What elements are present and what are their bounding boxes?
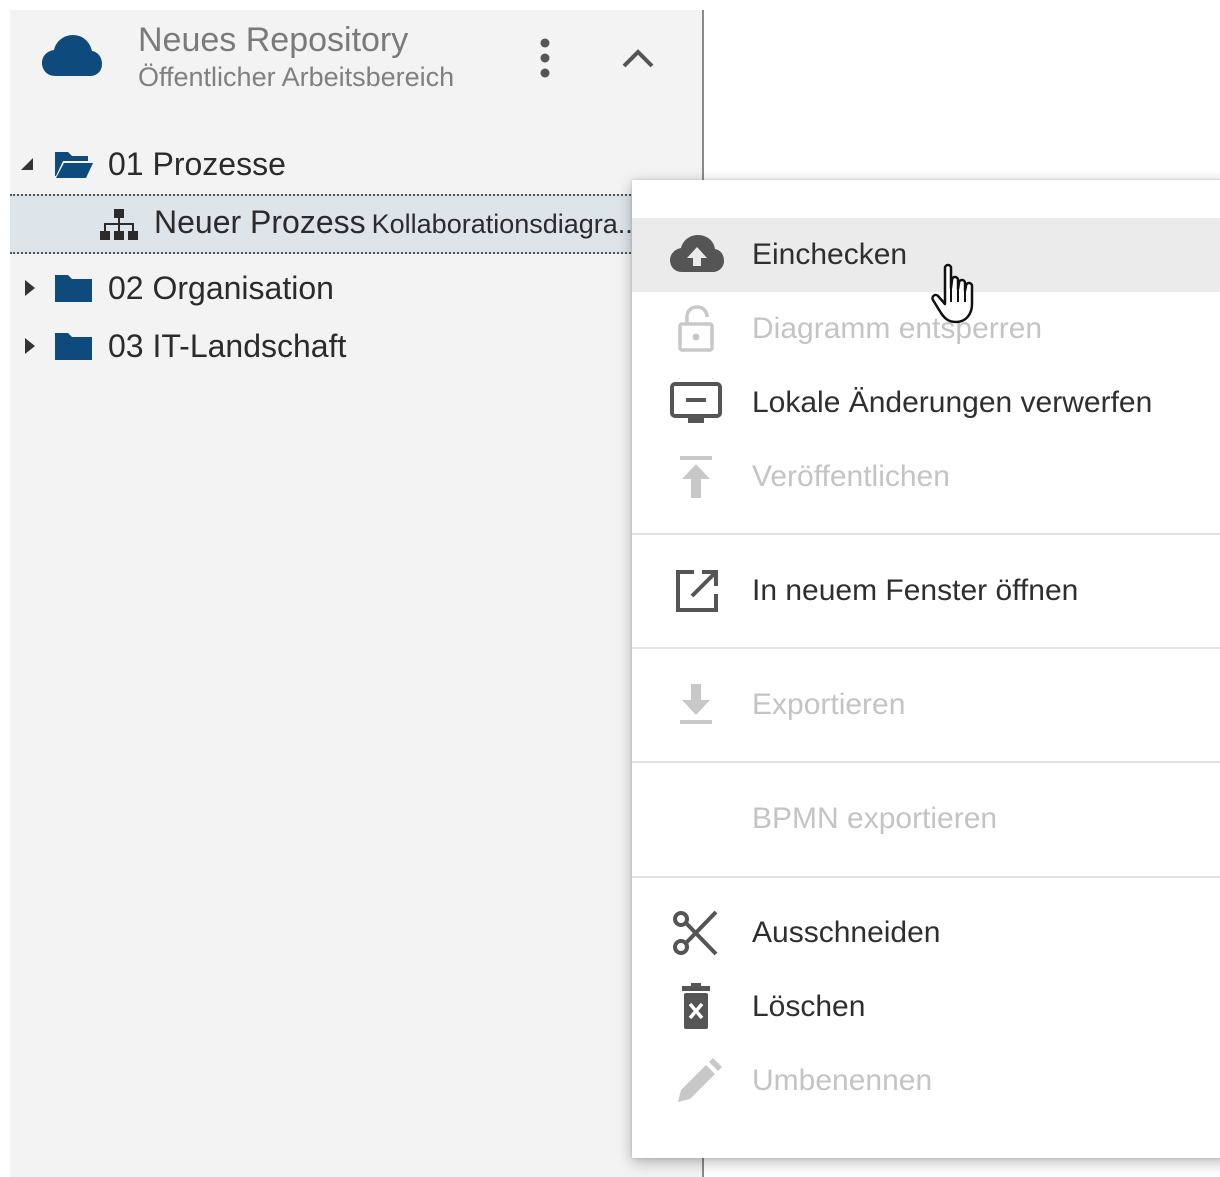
menu-item-exportieren[interactable]: Exportieren xyxy=(632,668,1220,742)
collapsed-arrow-icon[interactable] xyxy=(20,334,40,358)
menu-item-ausschneiden[interactable]: Ausschneiden xyxy=(632,896,1220,970)
folder-icon xyxy=(55,333,92,360)
menu-item-label: Löschen xyxy=(752,990,866,1023)
download-icon xyxy=(680,684,712,724)
menu-divider xyxy=(632,761,1220,763)
cloud-icon xyxy=(42,35,102,76)
tree-item-label: 01 Prozesse xyxy=(108,146,286,182)
tree-item-label: Neuer Prozess Kollaborationsdiagra... xyxy=(154,204,640,241)
menu-item-bpmn-exportieren[interactable]: BPMN exportieren xyxy=(632,782,1220,856)
expanded-arrow-icon[interactable] xyxy=(18,152,38,176)
tree-item-prozesse[interactable]: 01 Prozesse xyxy=(10,136,702,192)
tree-item-it-landschaft[interactable]: 03 IT-Landschaft xyxy=(10,318,702,374)
menu-item-lokale-aenderungen-verwerfen[interactable]: Lokale Änderungen verwerfen xyxy=(632,366,1220,440)
collapsed-arrow-icon[interactable] xyxy=(20,276,40,300)
menu-divider xyxy=(632,533,1220,535)
tree-item-organisation[interactable]: 02 Organisation xyxy=(10,260,702,316)
menu-item-in-neuem-fenster-oeffnen[interactable]: In neuem Fenster öffnen xyxy=(632,554,1220,628)
pencil-icon xyxy=(678,1058,722,1102)
menu-item-label: Diagramm entsperren xyxy=(752,312,1043,345)
scissors-icon xyxy=(673,910,718,956)
folder-open-icon xyxy=(55,152,93,178)
tree-item-label: 02 Organisation xyxy=(108,270,334,306)
open-in-new-icon xyxy=(676,570,718,612)
menu-item-umbenennen[interactable]: Umbenennen xyxy=(632,1044,1220,1118)
menu-item-label: Veröffentlichen xyxy=(752,460,950,493)
menu-item-label: Exportieren xyxy=(752,688,906,721)
tree-item-label: 03 IT-Landschaft xyxy=(108,328,347,364)
repository-header[interactable]: Neues Repository Öffentlicher Arbeitsber… xyxy=(10,10,702,130)
hand-pointer-icon xyxy=(931,263,974,324)
folder-icon xyxy=(55,275,92,302)
context-menu: Einchecken Diagramm entsperren Lokale Än… xyxy=(632,180,1220,1158)
more-vert-icon[interactable] xyxy=(530,36,560,82)
menu-divider xyxy=(632,647,1220,649)
lock-open-icon xyxy=(678,305,714,352)
process-name: Neuer Prozess xyxy=(154,204,366,240)
menu-item-diagramm-entsperren[interactable]: Diagramm entsperren xyxy=(632,292,1220,366)
menu-divider xyxy=(632,876,1220,878)
publish-icon xyxy=(680,456,712,498)
menu-item-label: Einchecken xyxy=(752,238,908,271)
repository-subtitle: Öffentlicher Arbeitsbereich xyxy=(138,62,455,92)
menu-item-label: Umbenennen xyxy=(752,1064,933,1097)
menu-item-einchecken[interactable]: Einchecken xyxy=(632,218,1220,292)
menu-item-label: Ausschneiden xyxy=(752,916,941,949)
menu-item-loeschen[interactable]: Löschen xyxy=(632,970,1220,1044)
menu-item-label: Lokale Änderungen verwerfen xyxy=(752,386,1153,419)
menu-item-label: BPMN exportieren xyxy=(752,802,998,835)
diagram-type-label: Kollaborationsdiagra... xyxy=(371,209,641,239)
diagram-hierarchy-icon xyxy=(100,209,138,240)
menu-item-veroeffentlichen[interactable]: Veröffentlichen xyxy=(632,440,1220,514)
repository-sidebar: Neues Repository Öffentlicher Arbeitsber… xyxy=(10,10,704,1177)
menu-item-label: In neuem Fenster öffnen xyxy=(752,574,1079,607)
trash-icon xyxy=(682,983,710,1029)
monitor-minus-icon xyxy=(670,382,722,423)
chevron-up-icon[interactable] xyxy=(618,42,658,72)
cloud-upload-icon xyxy=(670,235,724,272)
repository-title: Neues Repository xyxy=(138,21,409,59)
tree-item-neuer-prozess[interactable]: Neuer Prozess Kollaborationsdiagra... xyxy=(10,194,702,254)
